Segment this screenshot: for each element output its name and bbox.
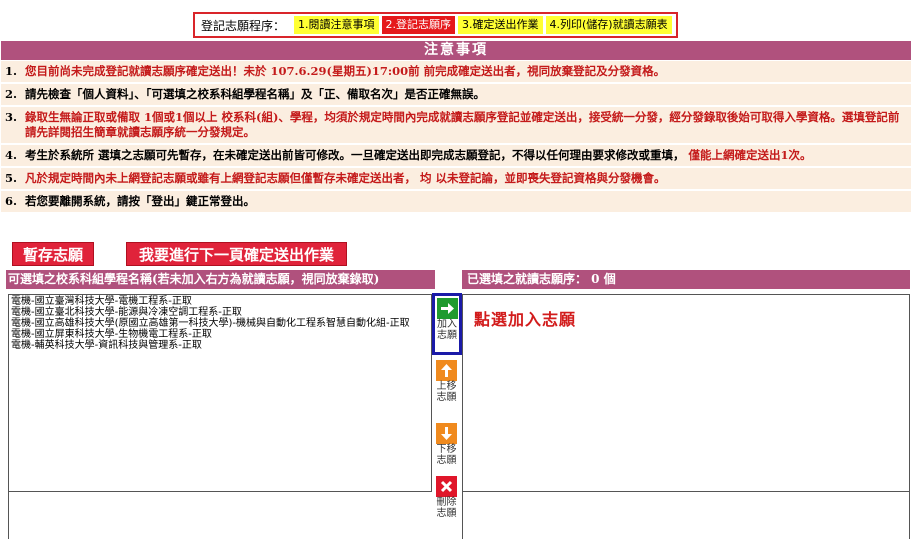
list-item[interactable]: 電機-國立臺灣科技大學-電機工程系-正取 [11, 296, 429, 307]
close-icon [436, 476, 457, 497]
arrow-down-icon [436, 423, 457, 444]
notice-item-number: 6. [5, 194, 18, 208]
notice-list: 1. 您目前尚未完成登記就讀志願序確定送出！未於 107.6.29(星期五)17… [1, 61, 911, 214]
list-item[interactable]: 電機-國立屏東科技大學-生物機電工程系-正取 [11, 329, 429, 340]
add-choice-label: 加入志願 [437, 319, 457, 341]
available-programs-list[interactable]: 電機-國立臺灣科技大學-電機工程系-正取 電機-國立臺北科技大學-能源與冷凍空調… [8, 294, 432, 492]
notice-item-number: 4. [5, 148, 18, 162]
move-down-button[interactable]: 下移志願 [433, 423, 460, 466]
notice-title: 注意事項 [1, 41, 911, 60]
step-read-notice[interactable]: 1.閱讀注意事項 [294, 16, 379, 34]
notice-item-text: 您目前尚未完成登記就讀志願序確定送出！未於 107.6.29(星期五)17:00… [25, 64, 666, 78]
list-border [462, 492, 910, 539]
notice-item: 1. 您目前尚未完成登記就讀志願序確定送出！未於 107.6.29(星期五)17… [1, 61, 911, 84]
notice-item-number: 3. [5, 110, 18, 124]
arrow-up-icon [436, 360, 457, 381]
step-bar: 登記志願程序： 1.閱讀注意事項 2.登記志願序 3.確定送出作業 4.列印(儲… [193, 12, 678, 38]
notice-item: 5. 凡於規定時間內未上網登記志願或雖有上網登記志願但僅暫存未確定送出者， 均 … [1, 168, 911, 191]
move-up-label: 上移志願 [436, 381, 457, 403]
move-down-label: 下移志願 [436, 444, 457, 466]
arrow-right-icon [436, 298, 458, 319]
notice-item: 4. 考生於系統所 選填之志願可先暫存，在未確定送出前皆可修改。一旦確定送出即完… [1, 145, 911, 168]
list-item[interactable]: 電機-國立高雄科技大學(原國立高雄第一科技大學)-機械與自動化工程系智慧自動化組… [11, 318, 429, 329]
available-programs-header: 可選填之校系科組學程名稱(若未加入右方為就讀志願，視同放棄錄取) [6, 270, 435, 289]
notice-item: 6. 若您要離開系統，請按「登出」鍵正常登出。 [1, 191, 911, 214]
save-choices-button[interactable]: 暫存志願 [12, 242, 94, 266]
add-choice-button[interactable]: 加入志願 [432, 293, 462, 355]
step-print-form[interactable]: 4.列印(儲存)就讀志願表 [545, 16, 672, 34]
notice-item: 2. 請先檢查「個人資料」、「可選填之校系科組學程名稱」及「正、備取名次」是否正… [1, 84, 911, 107]
notice-item-text: 凡於規定時間內未上網登記志願或雖有上網登記志願但僅暫存未確定送出者， 均 以未登… [25, 171, 666, 185]
notice-item: 3. 錄取生無論正取或備取 1個或1個以上 校系科(組)、學程，均須於規定時間內… [1, 107, 911, 145]
notice-item-text: 錄取生無論正取或備取 1個或1個以上 校系科(組)、學程，均須於規定時間內完成就… [25, 110, 900, 139]
list-item[interactable]: 電機-國立臺北科技大學-能源與冷凍空調工程系-正取 [11, 307, 429, 318]
notice-item-number: 5. [5, 171, 18, 185]
delete-choice-label: 刪除志願 [436, 497, 457, 519]
add-choice-hint: 點選加入志願 [474, 310, 577, 329]
list-item[interactable]: 電機-輔英科技大學-資訊科技與管理系-正取 [11, 340, 429, 351]
step-confirm-submit[interactable]: 3.確定送出作業 [458, 16, 543, 34]
step-bar-label: 登記志願程序： [201, 18, 286, 33]
notice-item-text: 考生於系統所 選填之志願可先暫存，在未確定送出前皆可修改。一旦確定送出即完成志願… [25, 148, 907, 163]
selected-choices-header: 已選填之就讀志願序： 0 個 [462, 270, 910, 289]
notice-item-text-part: 考生於系統所 選填之志願可先暫存，在未確定送出前皆可修改。一旦確定送出即完成志願… [25, 148, 685, 162]
notice-item-number: 1. [5, 64, 18, 78]
delete-choice-button[interactable]: 刪除志願 [433, 476, 460, 519]
notice-item-text: 若您要離開系統，請按「登出」鍵正常登出。 [25, 194, 255, 208]
next-page-submit-button[interactable]: 我要進行下一頁確定送出作業 [126, 242, 347, 266]
list-border [8, 492, 432, 539]
step-register-choices[interactable]: 2.登記志願序 [381, 16, 456, 34]
move-up-button[interactable]: 上移志願 [433, 360, 460, 403]
notice-item-number: 2. [5, 87, 18, 101]
notice-item-text: 請先檢查「個人資料」、「可選填之校系科組學程名稱」及「正、備取名次」是否正確無誤… [25, 87, 485, 101]
notice-item-text-highlight: 僅能上網確定送出1次。 [684, 148, 812, 162]
